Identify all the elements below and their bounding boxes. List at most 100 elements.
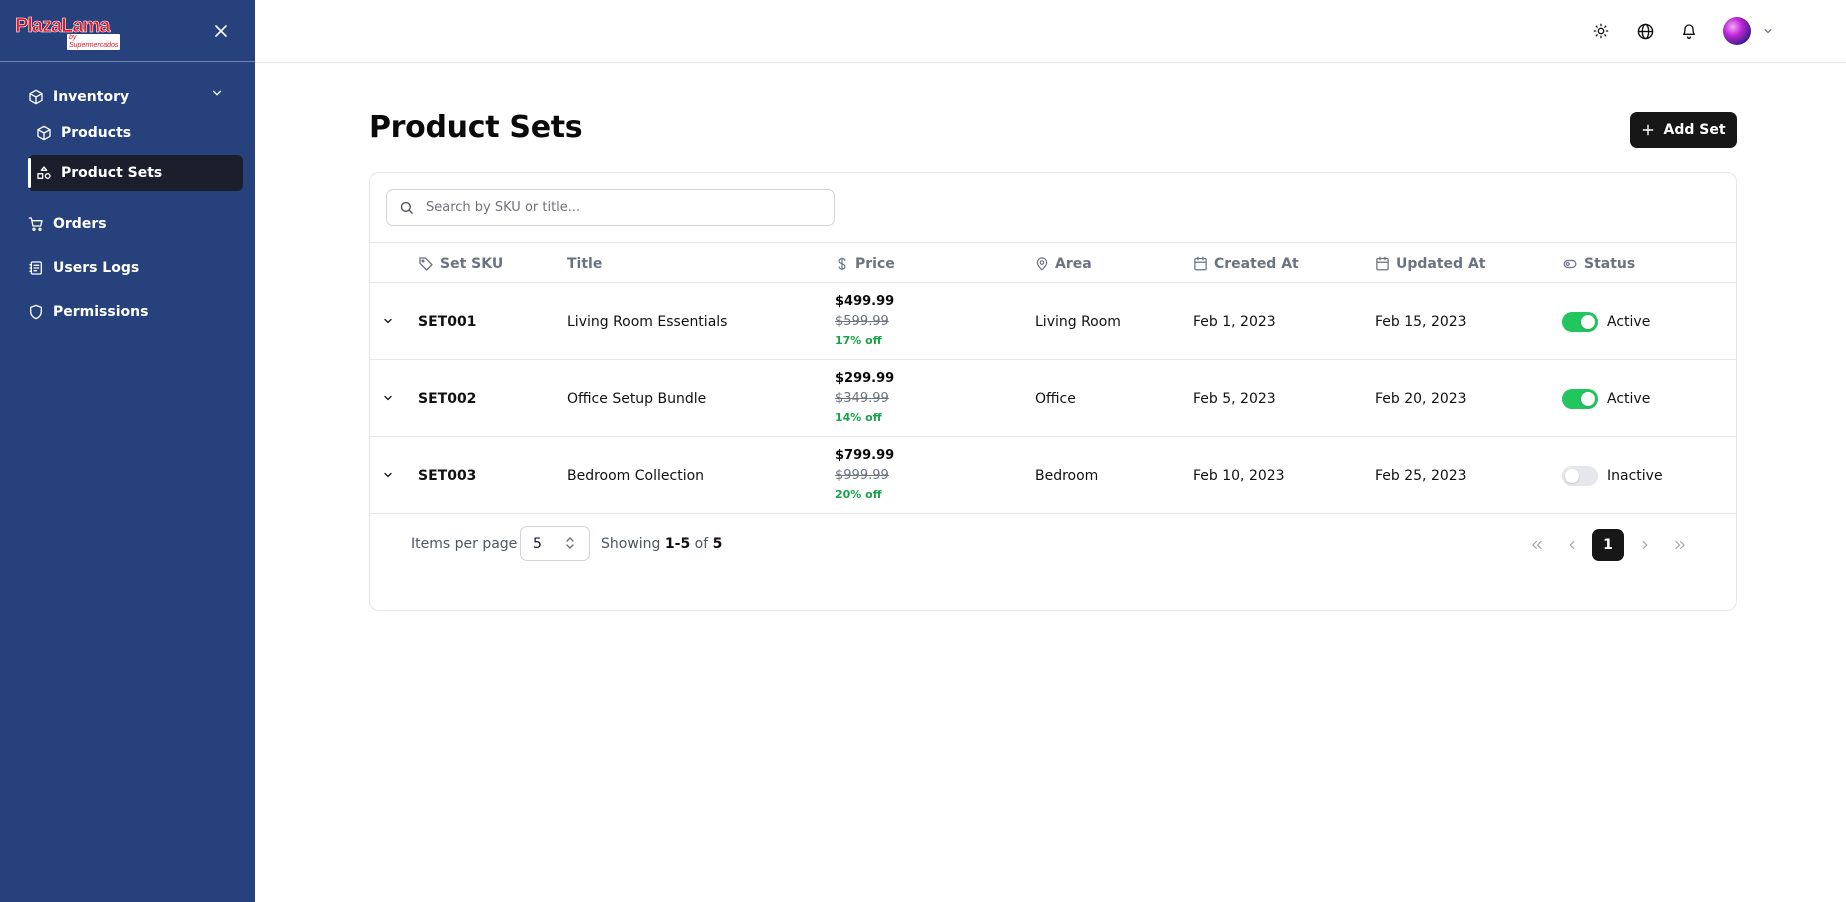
discount-label: 17% off — [835, 334, 882, 347]
column-header-price[interactable]: Price — [835, 243, 895, 284]
table-row[interactable]: SET003 Bedroom Collection $799.99 $999.9… — [370, 437, 1736, 514]
sidebar-item-label: Inventory — [53, 89, 130, 105]
column-header-area[interactable]: Area — [1035, 243, 1092, 284]
close-icon — [215, 25, 227, 37]
sidebar-item-product-sets[interactable]: Product Sets — [28, 155, 243, 191]
chevrons-right-icon — [1675, 540, 1685, 550]
product-sets-card: Set SKU Title Price Area Created At Upda… — [369, 172, 1737, 611]
expand-row-button[interactable] — [378, 388, 398, 408]
previous-page-button[interactable] — [1558, 530, 1586, 560]
user-menu-button[interactable] — [1757, 20, 1779, 42]
page-title: Product Sets — [369, 110, 583, 145]
discount-label: 20% off — [835, 488, 882, 501]
search-box — [386, 189, 835, 226]
box-icon — [29, 89, 43, 105]
top-bar — [255, 0, 1846, 63]
table-row[interactable]: SET002 Office Setup Bundle $299.99 $349.… — [370, 360, 1736, 437]
sidebar-item-label: Permissions — [53, 304, 149, 320]
column-header-set-sku[interactable]: Set SKU — [418, 243, 503, 284]
chevron-down-icon[interactable] — [210, 86, 224, 100]
brand-logo[interactable]: PlazaLama by Supermercados — [15, 15, 121, 50]
cell-area: Office — [1035, 390, 1076, 407]
items-per-page-select[interactable]: 5 — [520, 526, 590, 561]
chevron-right-icon — [1642, 540, 1648, 550]
add-set-label: Add Set — [1663, 122, 1726, 138]
items-per-page-value: 5 — [533, 535, 542, 552]
column-label: Updated At — [1396, 255, 1486, 272]
sidebar-item-users-logs[interactable]: Users Logs — [28, 250, 139, 286]
map-pin-icon — [1036, 256, 1048, 271]
cell-price: $799.99 $999.99 20% off — [835, 446, 894, 504]
page-button-current[interactable]: 1 — [1592, 529, 1624, 561]
status-toggle[interactable] — [1562, 388, 1598, 409]
table-row[interactable]: SET001 Living Room Essentials $499.99 $5… — [370, 283, 1736, 360]
expand-row-button[interactable] — [378, 465, 398, 485]
original-price: $999.99 — [835, 468, 889, 483]
status-toggle[interactable] — [1562, 465, 1598, 486]
cell-area: Bedroom — [1035, 467, 1099, 484]
bell-icon — [1683, 24, 1695, 39]
cell-sku: SET001 — [418, 313, 477, 330]
sidebar-item-permissions[interactable]: Permissions — [28, 294, 148, 330]
status-toggle[interactable] — [1562, 311, 1598, 332]
cell-created-at: Feb 10, 2023 — [1193, 467, 1285, 484]
chevron-left-icon — [1569, 540, 1575, 550]
sidebar-item-products[interactable]: Products — [28, 115, 243, 151]
chevron-down-icon — [384, 395, 392, 401]
toggle-knob — [1581, 391, 1595, 406]
sidebar-item-label: Users Logs — [53, 260, 140, 276]
showing-range: 1-5 — [664, 536, 691, 552]
chevron-down-icon — [384, 472, 392, 478]
discount-label: 14% off — [835, 411, 882, 424]
sidebar-item-label: Products — [61, 125, 132, 141]
calendar-icon — [1376, 256, 1389, 271]
add-set-button[interactable]: Add Set — [1630, 112, 1737, 148]
cell-title: Bedroom Collection — [567, 467, 705, 484]
shield-icon — [30, 304, 42, 320]
theme-toggle-button[interactable] — [1590, 20, 1612, 42]
column-header-created-at[interactable]: Created At — [1193, 243, 1299, 284]
sidebar-item-inventory[interactable]: Inventory — [28, 79, 129, 115]
column-header-status[interactable]: Status — [1562, 243, 1635, 284]
cell-created-at: Feb 5, 2023 — [1193, 390, 1276, 407]
items-per-page-label: Items per page — [411, 536, 518, 552]
column-label: Set SKU — [440, 255, 504, 272]
notifications-button[interactable] — [1678, 20, 1700, 42]
logo-subtext: by Supermercados — [67, 34, 121, 50]
shapes-icon — [37, 166, 51, 179]
sidebar-item-orders[interactable]: Orders — [28, 206, 107, 242]
first-page-button[interactable] — [1523, 530, 1551, 560]
showing-prefix: Showing — [601, 536, 661, 552]
next-page-button[interactable] — [1631, 530, 1659, 560]
status-label: Active — [1607, 390, 1651, 407]
chevron-down-icon — [384, 318, 392, 324]
cell-updated-at: Feb 15, 2023 — [1375, 313, 1467, 330]
user-avatar[interactable] — [1723, 17, 1751, 45]
column-header-updated-at[interactable]: Updated At — [1375, 243, 1485, 284]
column-label: Status — [1584, 255, 1636, 272]
close-sidebar-button[interactable] — [212, 22, 230, 40]
sidebar: PlazaLama by Supermercados Inventory Pro… — [0, 0, 255, 902]
cell-title: Living Room Essentials — [567, 313, 728, 330]
sidebar-header: PlazaLama by Supermercados — [0, 0, 255, 62]
cell-price: $499.99 $599.99 17% off — [835, 292, 894, 350]
current-price: $299.99 — [835, 371, 895, 386]
column-header-title[interactable]: Title — [567, 243, 602, 284]
search-input[interactable] — [426, 200, 806, 215]
last-page-button[interactable] — [1666, 530, 1694, 560]
cell-sku: SET003 — [418, 467, 477, 484]
cell-status: Active — [1562, 360, 1650, 437]
cell-updated-at: Feb 25, 2023 — [1375, 467, 1467, 484]
sidebar-item-label: Orders — [53, 216, 107, 232]
calendar-icon — [1194, 256, 1207, 271]
dollar-icon — [838, 257, 846, 270]
original-price: $599.99 — [835, 314, 889, 329]
sun-icon — [1593, 23, 1609, 39]
cell-updated-at: Feb 20, 2023 — [1375, 390, 1467, 407]
column-label: Created At — [1214, 255, 1299, 272]
language-button[interactable] — [1634, 20, 1656, 42]
chevrons-left-icon — [1532, 540, 1542, 550]
expand-row-button[interactable] — [378, 311, 398, 331]
current-price: $499.99 — [835, 294, 895, 309]
cell-created-at: Feb 1, 2023 — [1193, 313, 1276, 330]
